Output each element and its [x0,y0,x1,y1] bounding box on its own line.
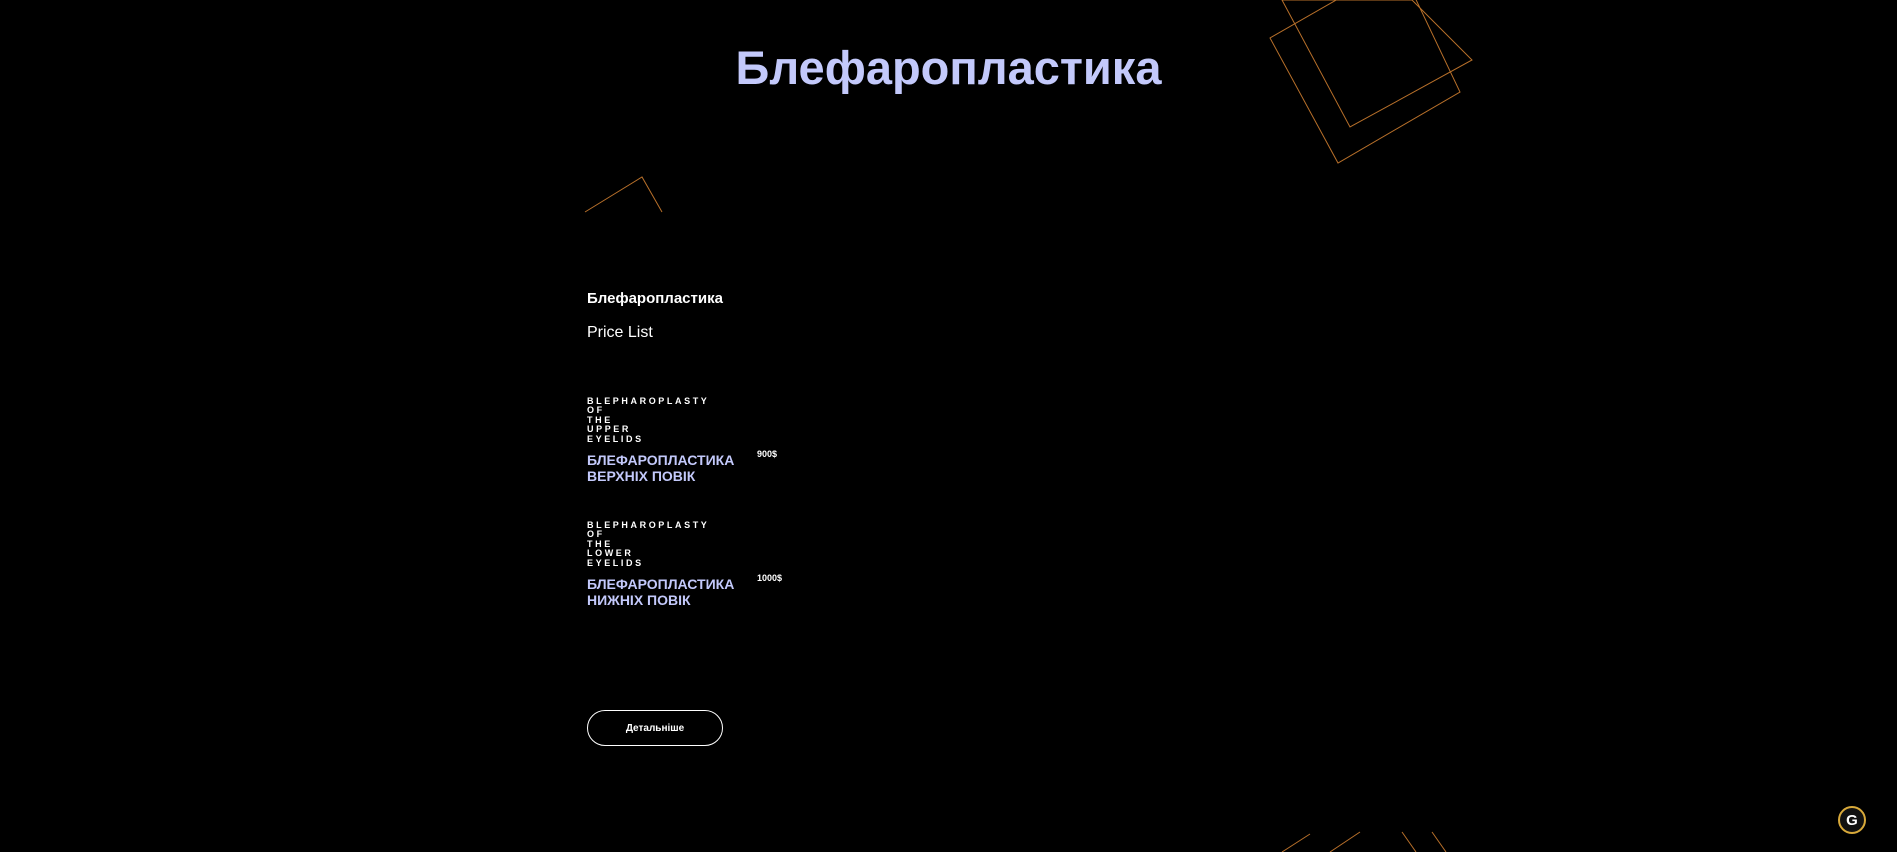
item-english-name: Blepharoplasty of the lower eyelids [587,520,710,568]
item-price: 1000$ [757,573,783,584]
item-row: Блефаропластика верхніх повік 900$ [587,449,807,485]
item-row: Блефаропластика нижніх повік 1000$ [587,573,807,609]
price-list-label: Price List [587,324,653,341]
item-english-name: Blepharoplasty of the upper eyelids [587,396,710,444]
price-item-upper-eyelids: Blepharoplasty of the upper eyelids Блеф… [587,396,807,485]
section-title: Блефаропластика [587,290,723,307]
page-title: Блефаропластика [735,41,1162,94]
item-ukrainian-name: Блефаропластика нижніх повік [587,576,735,609]
page: Блефаропластика Блефаропластика Price Li… [0,0,1897,852]
decorative-lines [584,0,1473,852]
g-logo-icon[interactable]: G [1838,806,1866,834]
item-ukrainian-name: Блефаропластика верхніх повік [587,452,735,485]
item-price: 900$ [757,449,778,460]
price-item-lower-eyelids: Blepharoplasty of the lower eyelids Блеф… [587,520,807,609]
details-button[interactable]: Детальніше [587,710,723,746]
widget-glyph: G [1846,811,1858,829]
